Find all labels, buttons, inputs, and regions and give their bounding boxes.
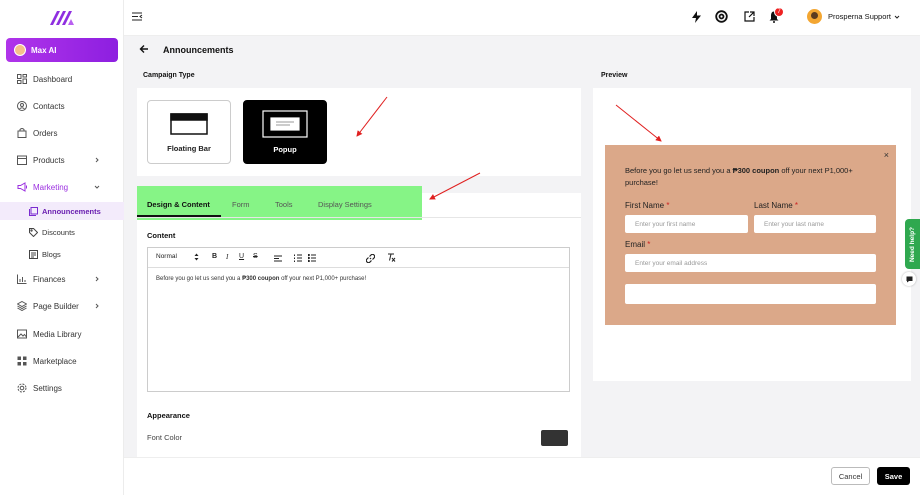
save-button[interactable]: Save bbox=[877, 467, 910, 485]
footer-bar bbox=[124, 457, 920, 495]
annotation-arrows bbox=[356, 96, 662, 200]
arrow-to-tabs bbox=[429, 172, 481, 200]
chat-bubble-icon[interactable] bbox=[902, 272, 916, 286]
cancel-button[interactable]: Cancel bbox=[831, 467, 870, 485]
arrow-to-popup bbox=[356, 96, 388, 137]
arrow-to-preview bbox=[615, 104, 662, 142]
need-help-tab[interactable]: Need help? bbox=[905, 219, 920, 269]
